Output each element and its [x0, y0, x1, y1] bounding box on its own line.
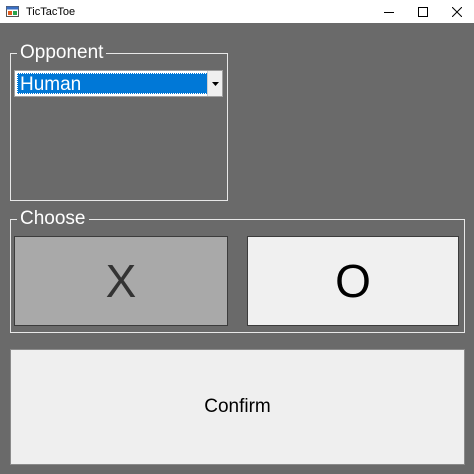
choose-o-button[interactable]: O [247, 236, 459, 326]
choose-legend: Choose [17, 208, 89, 230]
close-button[interactable] [440, 0, 474, 23]
opponent-select-value: Human [17, 73, 208, 95]
maximize-icon [418, 6, 428, 17]
minimize-icon [384, 11, 394, 13]
confirm-button[interactable]: Confirm [10, 349, 465, 465]
window-title: TicTacToe [26, 5, 76, 18]
window-controls [372, 0, 474, 23]
opponent-legend: Opponent [17, 42, 107, 64]
title-bar[interactable]: TicTacToe [0, 0, 474, 23]
minimize-button[interactable] [372, 0, 406, 23]
app-icon[interactable] [6, 5, 19, 18]
close-icon [452, 6, 462, 17]
maximize-button[interactable] [406, 0, 440, 23]
chevron-down-icon [211, 81, 219, 86]
choose-x-button[interactable]: X [14, 236, 228, 326]
opponent-select[interactable]: Human [14, 70, 223, 97]
dropdown-button[interactable] [207, 71, 222, 96]
